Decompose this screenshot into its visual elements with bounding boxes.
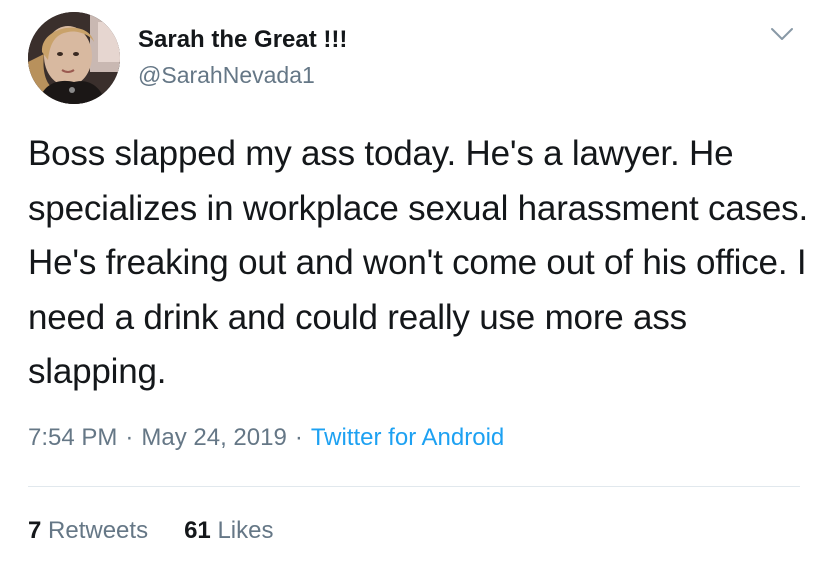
user-handle[interactable]: @SarahNevada1 (138, 62, 315, 89)
tweet-meta: 7:54 PM · May 24, 2019 · Twitter for Android (28, 424, 504, 452)
likes-label: Likes (217, 517, 274, 544)
display-name[interactable]: Sarah the Great !!! (138, 26, 347, 54)
tweet-card: Sarah the Great !!! @SarahNevada1 Boss s… (0, 0, 828, 575)
likes-stat[interactable]: 61 Likes (184, 517, 273, 545)
meta-separator: · (294, 424, 303, 451)
retweets-stat[interactable]: 7 Retweets (28, 517, 148, 545)
tweet-date[interactable]: May 24, 2019 (141, 424, 286, 451)
retweets-count: 7 (28, 517, 42, 544)
tweet-text: Boss slapped my ass today. He's a lawyer… (28, 134, 809, 391)
tweet-time[interactable]: 7:54 PM (28, 424, 117, 451)
tweet-stats: 7 Retweets 61 Likes (28, 517, 273, 545)
avatar[interactable] (28, 12, 120, 104)
retweets-label: Retweets (48, 517, 149, 544)
chevron-down-icon[interactable] (768, 22, 796, 46)
divider (28, 486, 800, 487)
tweet-source-link[interactable]: Twitter for Android (311, 424, 504, 451)
likes-count: 61 (184, 517, 211, 544)
avatar-image (28, 12, 120, 104)
meta-separator: · (125, 424, 134, 451)
